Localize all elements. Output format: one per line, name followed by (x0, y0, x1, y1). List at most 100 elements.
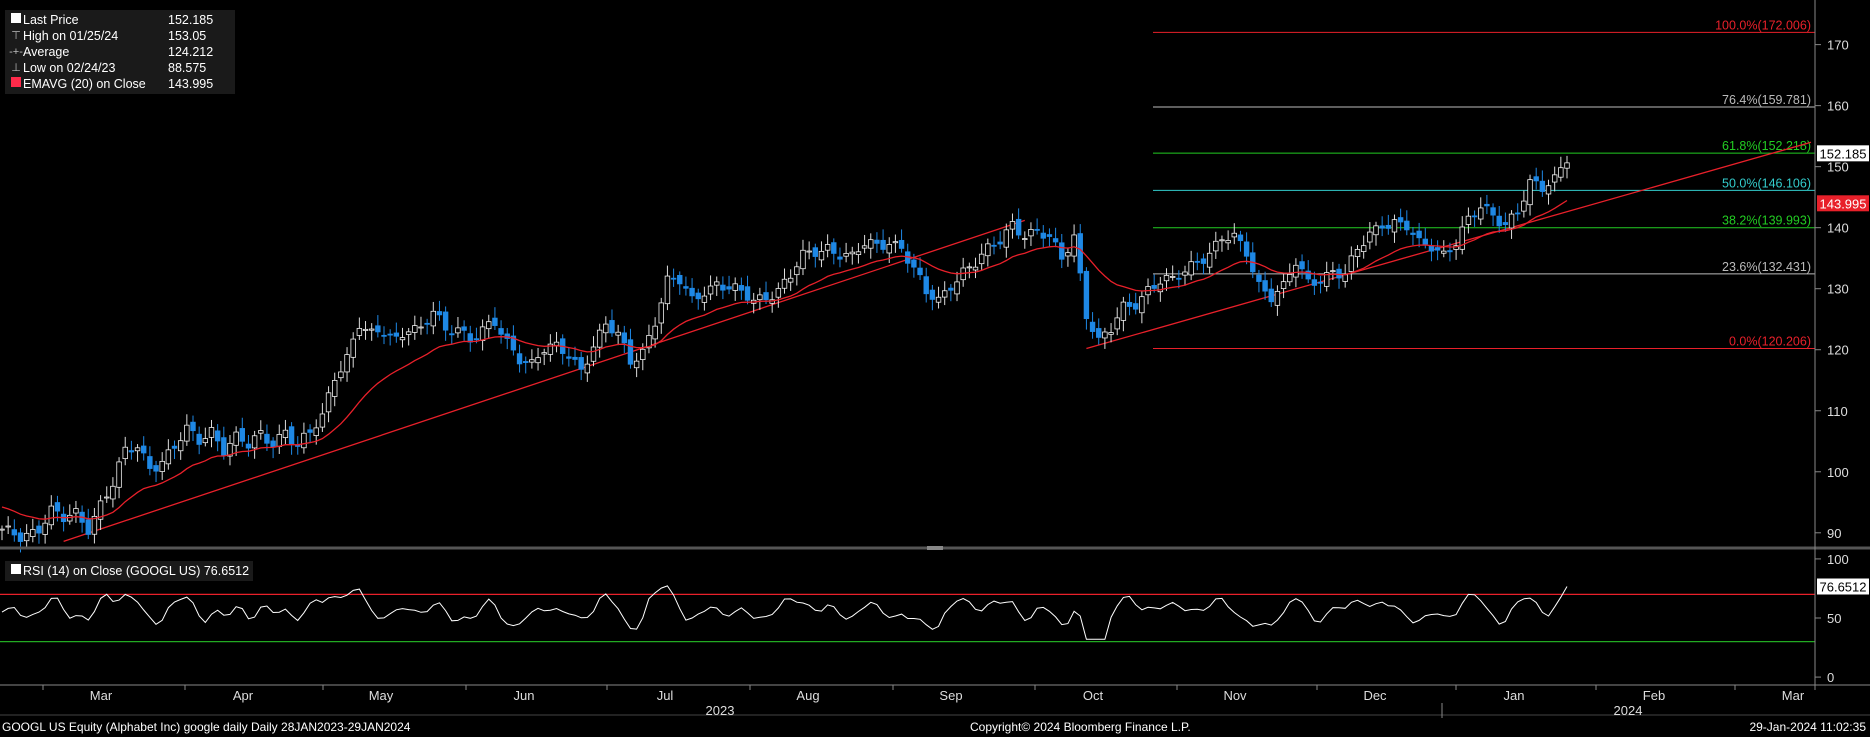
candle (880, 239, 886, 250)
candle (1089, 321, 1096, 332)
candle (1404, 220, 1410, 231)
price-tick-label: 160 (1827, 99, 1849, 114)
candle (258, 430, 264, 434)
candle (1274, 291, 1281, 306)
candle (301, 432, 307, 449)
candle (313, 427, 319, 436)
candle (843, 253, 849, 257)
candle (824, 244, 831, 251)
candle (461, 326, 467, 331)
candle (1102, 331, 1108, 339)
candle (282, 429, 289, 438)
candle (1336, 268, 1342, 279)
candle (270, 440, 276, 448)
candle (689, 287, 695, 297)
candle (1515, 212, 1521, 215)
candle (17, 532, 24, 542)
candle (368, 328, 375, 331)
candle (775, 288, 782, 298)
candle (714, 281, 720, 286)
candle (202, 438, 209, 444)
candle (1052, 238, 1059, 243)
candle (584, 363, 591, 374)
candle (30, 529, 36, 537)
candle (1354, 249, 1361, 258)
fib-label: 0.0%(120.206) (1729, 334, 1811, 348)
legend-last-price: Last Price 152.185 (9, 12, 231, 28)
candle (381, 334, 387, 337)
candle (1360, 245, 1367, 252)
candle (837, 256, 843, 260)
average-marker-icon: -+- (9, 46, 23, 58)
candle (627, 339, 634, 365)
candle (1034, 228, 1040, 231)
candle (578, 357, 584, 370)
month-label: Aug (796, 688, 819, 703)
candle (1083, 270, 1090, 320)
month-label: Jan (1504, 688, 1525, 703)
candle (1114, 317, 1120, 330)
candle (1169, 276, 1176, 278)
candle (535, 357, 541, 364)
candle (1243, 241, 1250, 257)
candle (1120, 301, 1127, 321)
candle (214, 430, 221, 442)
price-badge: 143.995 (1817, 195, 1869, 212)
month-label: Jun (514, 688, 535, 703)
candle (794, 266, 800, 276)
low-marker-icon: ⊥ (11, 62, 21, 74)
candle (393, 332, 400, 337)
footer-timestamp: 29-Jan-2024 11:02:35 (1749, 720, 1866, 734)
candle (184, 424, 190, 442)
price-tick-label: 120 (1827, 343, 1849, 358)
candle (1065, 252, 1071, 257)
candle (615, 331, 621, 336)
candle (208, 427, 215, 438)
candle (516, 353, 523, 365)
candle (1410, 232, 1416, 235)
rsi-tick-label: 50 (1827, 611, 1841, 626)
candle (1231, 232, 1237, 238)
legend-ema: EMAVG (20) on Close 143.995 (9, 76, 231, 92)
candle (1225, 240, 1231, 244)
candle (978, 253, 985, 265)
fib-label: 23.6%(132.431) (1722, 260, 1811, 274)
candle (868, 239, 874, 249)
footer-description: GOOGL US Equity (Alphabet Inc) google da… (2, 720, 411, 734)
candle (1447, 250, 1453, 253)
candle (1071, 234, 1077, 257)
candle (1539, 180, 1546, 192)
candle (572, 356, 578, 360)
candle (356, 328, 363, 336)
candle (159, 460, 165, 472)
candle (424, 322, 430, 325)
candle (1317, 281, 1324, 284)
rsi-tick-label: 100 (1827, 552, 1849, 567)
white-square-icon (11, 564, 21, 574)
candle (1096, 328, 1102, 338)
candle (1545, 185, 1552, 195)
divider-grip-icon[interactable] (927, 546, 943, 550)
candle (1385, 224, 1392, 229)
candle (1293, 264, 1299, 278)
candle (1040, 232, 1046, 239)
candle (1428, 245, 1435, 252)
candle (917, 267, 923, 276)
candle (929, 289, 936, 300)
month-label: May (369, 688, 394, 703)
rsi-badge: 76.6512 (1817, 578, 1869, 595)
candle (412, 325, 418, 333)
candle (1465, 215, 1472, 225)
candle (1391, 219, 1398, 233)
candle (1434, 247, 1441, 251)
candle (1182, 271, 1188, 276)
candle (855, 251, 862, 256)
fib-label: 38.2%(139.993) (1722, 214, 1811, 228)
price-panel: 100.0%(172.006)76.4%(159.781)61.8%(152.2… (0, 18, 1815, 553)
candle (48, 505, 54, 526)
candle (1564, 162, 1570, 169)
candle (1077, 233, 1083, 274)
legend-high: ⊤ High on 01/25/24 153.05 (9, 28, 231, 44)
candle (85, 519, 91, 535)
axes-layer: 90 100 110 120 130 140 150 160 170 0 50 100 Mar Apr Ma… (0, 0, 1870, 718)
